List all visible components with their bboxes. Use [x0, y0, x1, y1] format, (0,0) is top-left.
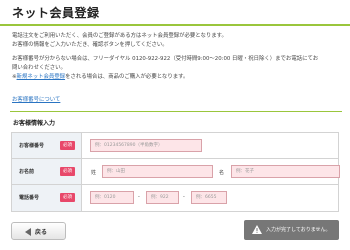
- first-name-input[interactable]: 例：花子: [231, 165, 340, 178]
- back-button-label: 戻る: [35, 229, 48, 236]
- field-label: お名前: [19, 169, 35, 175]
- form-row-name: お名前 必須 姓 例：山田 名 例：花子: [12, 159, 340, 185]
- intro-line: お客様の情報をご入力いただき、確認ボタンを押してください。: [12, 42, 168, 48]
- warning-icon: [252, 225, 262, 234]
- section-header: お客様情報入力: [10, 111, 342, 129]
- last-name-input[interactable]: 例：山田: [102, 165, 213, 178]
- error-message: 入力が完了しておりません。: [266, 227, 331, 233]
- incomplete-status-button[interactable]: 入力が完了しておりません。: [244, 220, 339, 240]
- customer-number-help-link[interactable]: お客様番号について: [12, 96, 60, 104]
- field-label: お客様番号: [19, 143, 45, 149]
- form-row-customer-number: お客様番号 必須 例：01234567890（半角数字）: [12, 133, 338, 159]
- intro-note: ※新規ネット会員登録をされる場合は、商品のご購入が必要となります。: [12, 73, 342, 82]
- section-title: お客様情報入力: [13, 120, 56, 127]
- back-button[interactable]: 戻る: [11, 222, 66, 240]
- page: ネット会員登録 電話注文をご利用いただく、会員のご登録がある方はネット会員登録が…: [0, 0, 350, 250]
- new-registration-link[interactable]: 新規ネット会員登録: [17, 74, 66, 80]
- intro-line: お客様番号が分からない場合は、フリーダイヤル 0120-922-922（受付時間…: [12, 56, 319, 62]
- required-badge: 必須: [60, 141, 75, 150]
- customer-number-input[interactable]: 例：01234567890（半角数字）: [90, 139, 202, 152]
- phone-part3-input[interactable]: 例：6655: [191, 191, 227, 204]
- intro-text: 電話注文をご利用いただく、会員のご登録がある方はネット会員登録が必要となります。…: [12, 32, 342, 82]
- required-badge: 必須: [60, 167, 75, 176]
- phone-part1-input[interactable]: 例：0120: [90, 191, 134, 204]
- required-badge: 必須: [60, 193, 75, 202]
- form-row-phone: 電話番号 必須 例：0120 - 例：922 - 例：6655: [12, 185, 338, 211]
- last-name-label: 姓: [91, 170, 97, 176]
- note-text: をされる場合は、商品のご購入が必要となります。: [65, 74, 189, 80]
- intro-line: 問い合わせください。: [12, 65, 66, 71]
- first-name-label: 名: [219, 170, 225, 176]
- phone-separator: -: [183, 194, 185, 200]
- field-label: 電話番号: [19, 195, 40, 201]
- intro-line: 電話注文をご利用いただく、会員のご登録がある方はネット会員登録が必要となります。: [12, 33, 227, 39]
- customer-form: お客様番号 必須 例：01234567890（半角数字） お名前 必須 姓 例：…: [11, 132, 340, 212]
- phone-part2-input[interactable]: 例：922: [146, 191, 179, 204]
- triangle-left-icon: [25, 228, 31, 236]
- row-label-cell: 電話番号 必須: [12, 185, 82, 211]
- row-label-cell: お客様番号 必須: [12, 133, 82, 158]
- page-title: ネット会員登録: [12, 6, 100, 20]
- row-label-cell: お名前 必須: [12, 159, 82, 184]
- phone-separator: -: [138, 194, 140, 200]
- title-bar: ネット会員登録: [0, 0, 350, 26]
